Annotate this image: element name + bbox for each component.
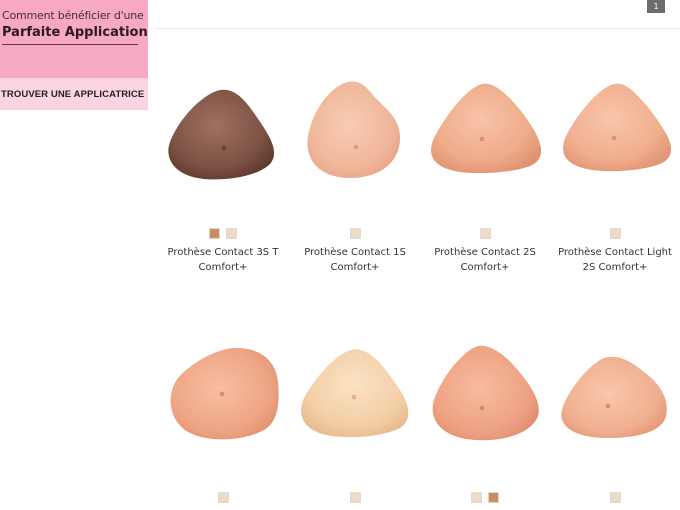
color-swatches [550, 492, 680, 503]
color-swatches [290, 492, 420, 503]
product-image[interactable] [420, 80, 550, 190]
product-image[interactable] [290, 80, 420, 190]
swatch-light[interactable] [609, 228, 621, 239]
swatch-tan[interactable] [488, 492, 499, 503]
find-applicator-link[interactable]: TROUVER UNE APPLICATRICE [1, 89, 144, 100]
product-name[interactable]: Prothèse Contact 3S T Comfort+ [158, 245, 288, 275]
color-swatches [420, 492, 550, 503]
swatch-light[interactable] [226, 228, 237, 239]
color-swatches [420, 228, 550, 239]
product-name-line1: Prothèse Contact 2S [434, 247, 536, 258]
product-name-line2: Comfort+ [330, 262, 380, 273]
color-swatches [158, 492, 288, 503]
product-name-line2: Comfort+ [460, 262, 510, 273]
product-image[interactable] [290, 342, 420, 452]
top-divider [155, 28, 680, 29]
promo-divider [2, 44, 138, 45]
application-promo-banner[interactable]: Comment bénéficier d'une Parfaite Applic… [0, 0, 148, 110]
promo-title: Parfaite Application [2, 25, 148, 40]
product-name-line2: 2S Comfort+ [582, 262, 648, 273]
product-name[interactable]: Prothèse Contact 1S Comfort+ [290, 245, 420, 275]
product-image[interactable] [550, 342, 680, 452]
product-name-line1: Prothèse Contact 1S [304, 247, 406, 258]
promo-header: Comment bénéficier d'une Parfaite Applic… [0, 0, 148, 78]
swatch-tan[interactable] [209, 228, 220, 239]
swatch-light[interactable] [349, 492, 361, 503]
color-swatches [550, 228, 680, 239]
product-name-line1: Prothèse Contact 3S T [167, 247, 279, 258]
swatch-light[interactable] [471, 492, 482, 503]
page-number-button[interactable]: 1 [647, 0, 665, 13]
promo-subtitle: Comment bénéficier d'une [2, 9, 144, 22]
swatch-light[interactable] [217, 492, 229, 503]
product-name[interactable]: Prothèse Contact Light 2S Comfort+ [550, 245, 680, 275]
promo-cta-bar[interactable]: TROUVER UNE APPLICATRICE [0, 78, 148, 110]
product-image[interactable] [550, 80, 680, 190]
product-image[interactable] [158, 342, 288, 452]
product-image[interactable] [420, 342, 550, 452]
product-name-line2: Comfort+ [198, 262, 248, 273]
product-name[interactable]: Prothèse Contact 2S Comfort+ [420, 245, 550, 275]
color-swatches [290, 228, 420, 239]
swatch-light[interactable] [349, 228, 361, 239]
color-swatches [158, 228, 288, 239]
product-image[interactable] [158, 80, 288, 190]
product-name-line1: Prothèse Contact Light [558, 247, 672, 258]
swatch-light[interactable] [609, 492, 621, 503]
swatch-light[interactable] [479, 228, 491, 239]
